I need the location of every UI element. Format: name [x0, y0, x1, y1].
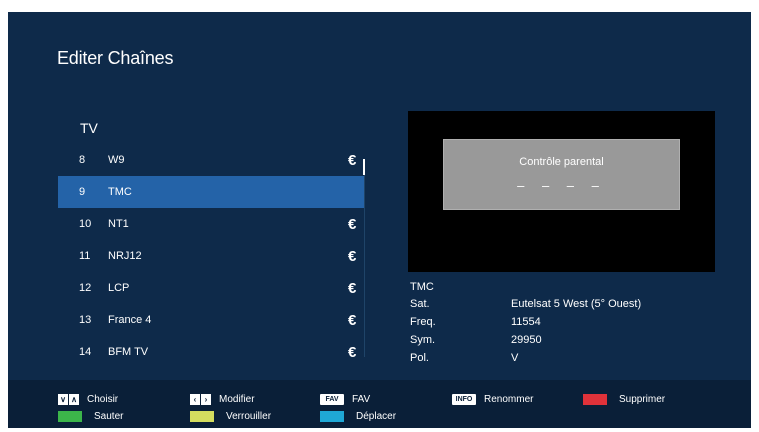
help-lock: Verrouiller — [190, 409, 271, 423]
help-choose: ∨ ∧ Choisir — [58, 392, 118, 406]
yellow-key-icon — [190, 410, 214, 422]
green-key-icon — [58, 410, 82, 422]
chevron-right-icon: › — [201, 393, 211, 405]
blue-key-icon — [320, 410, 344, 422]
chevron-left-icon: ‹ — [190, 393, 200, 405]
help-fav-label: FAV — [352, 393, 371, 405]
channel-name: NT1 — [108, 218, 129, 230]
info-key: Freq. — [410, 316, 436, 328]
key-help-footer: ∨ ∧ Choisir ‹ › Modifier FAV FAV INFO Re… — [8, 380, 751, 428]
help-modify: ‹ › Modifier — [190, 392, 255, 406]
channel-name: France 4 — [108, 314, 152, 326]
pay-channel-icon: € — [348, 279, 357, 297]
info-row-frequency: Freq. 11554 — [410, 316, 730, 332]
info-row-symbol-rate: Sym. 29950 — [410, 334, 730, 350]
pay-channel-icon: € — [348, 343, 357, 361]
parental-control-dialog[interactable]: Contrôle parental – – – – — [443, 139, 680, 210]
channel-name: BFM TV — [108, 346, 149, 358]
video-preview: Contrôle parental – – – – — [408, 111, 715, 272]
info-channel-name: TMC — [410, 281, 434, 293]
info-key: Pol. — [410, 352, 429, 364]
chevron-up-icon: ∧ — [69, 393, 79, 405]
info-value: V — [511, 352, 519, 364]
help-skip-label: Sauter — [94, 410, 124, 422]
info-value: 11554 — [511, 316, 541, 328]
channel-number: 13 — [79, 314, 92, 326]
channel-number: 14 — [79, 346, 92, 358]
info-key: Sym. — [410, 334, 436, 346]
list-header-tv: TV — [80, 120, 98, 136]
help-lock-label: Verrouiller — [226, 410, 272, 422]
help-fav: FAV FAV — [320, 392, 370, 406]
parental-control-label: Contrôle parental — [519, 156, 604, 168]
channel-row[interactable]: 12 LCP € — [58, 272, 364, 304]
channel-name: LCP — [108, 282, 130, 294]
channel-number: 11 — [79, 250, 91, 262]
info-value: Eutelsat 5 West (5° Ouest) — [511, 298, 642, 310]
help-modify-label: Modifier — [219, 393, 255, 405]
channel-row[interactable]: 10 NT1 € — [58, 208, 364, 240]
help-move: Déplacer — [320, 409, 396, 423]
channel-row-selected[interactable]: 9 TMC — [58, 176, 364, 208]
channel-list: 8 W9 € 9 TMC 10 NT1 € 11 NRJ12 € 12 LCP … — [58, 144, 364, 368]
fav-key-icon: FAV — [320, 393, 344, 405]
info-value: 29950 — [511, 334, 542, 346]
help-choose-label: Choisir — [87, 393, 119, 405]
channel-row[interactable]: 14 BFM TV € — [58, 336, 364, 368]
pin-input[interactable]: – – – – — [444, 178, 679, 193]
chevron-down-icon: ∨ — [58, 393, 68, 405]
channel-name: TMC — [108, 186, 132, 198]
channel-number: 8 — [79, 154, 86, 166]
scrollbar-thumb[interactable] — [363, 159, 365, 175]
red-key-icon — [583, 393, 607, 405]
pay-channel-icon: € — [348, 311, 357, 329]
help-rename-label: Renommer — [484, 393, 534, 405]
help-move-label: Déplacer — [356, 410, 397, 422]
pay-channel-icon: € — [348, 151, 357, 169]
channel-name: W9 — [108, 154, 125, 166]
info-key: Sat. — [410, 298, 430, 310]
help-delete: Supprimer — [583, 392, 665, 406]
channel-row[interactable]: 8 W9 € — [58, 144, 364, 176]
page-title: Editer Chaînes — [57, 48, 174, 68]
channel-row[interactable]: 11 NRJ12 € — [58, 240, 364, 272]
help-delete-label: Supprimer — [619, 393, 666, 405]
help-skip: Sauter — [58, 409, 123, 423]
channel-row[interactable]: 13 France 4 € — [58, 304, 364, 336]
info-row-satellite: Sat. Eutelsat 5 West (5° Ouest) — [410, 298, 730, 314]
pay-channel-icon: € — [348, 215, 357, 233]
scrollbar-track[interactable] — [364, 159, 365, 357]
pay-channel-icon: € — [348, 247, 357, 265]
channel-number: 10 — [79, 218, 92, 230]
info-key-icon: INFO — [452, 393, 476, 405]
channel-number: 9 — [79, 186, 86, 198]
info-row-polarization: Pol. V — [410, 352, 730, 368]
tv-screen: Editer Chaînes TV 8 W9 € 9 TMC 10 NT1 € … — [8, 12, 751, 428]
channel-number: 12 — [79, 282, 92, 294]
channel-name: NRJ12 — [108, 250, 142, 262]
help-rename: INFO Renommer — [452, 392, 533, 406]
